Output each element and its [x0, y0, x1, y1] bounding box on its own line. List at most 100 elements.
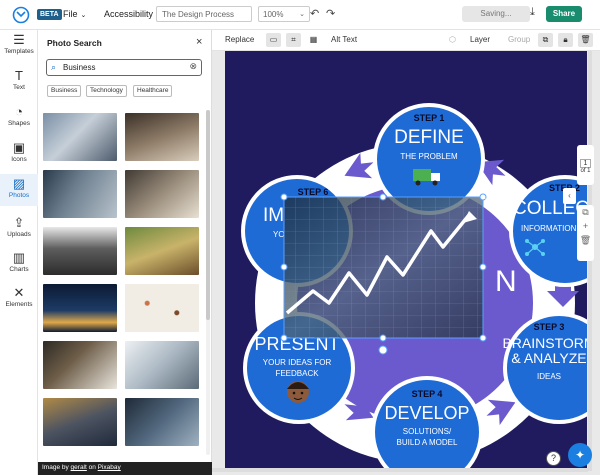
rail-charts[interactable]: ▥ Charts — [0, 250, 38, 278]
panel-scrollbar-thumb[interactable] — [206, 110, 210, 320]
canvas-horizontal-scrollbar[interactable] — [212, 468, 588, 472]
add-page-icon[interactable]: + — [577, 219, 594, 233]
chip-business[interactable]: Business — [47, 85, 82, 97]
beta-badge: BETA — [37, 9, 62, 20]
credit-author-link[interactable]: geralt — [71, 464, 87, 471]
zoom-value: 100% — [263, 10, 284, 19]
rail-shapes[interactable]: ◔ Shapes — [0, 104, 38, 132]
group-button[interactable]: Group — [508, 35, 530, 44]
face-icon — [287, 381, 309, 403]
lock-icon[interactable]: 🔒︎ — [558, 33, 573, 47]
resize-handle[interactable] — [479, 263, 487, 271]
design-canvas[interactable]: N STEP 1 DEFINE THE PROBLEM STEP 2 COLLE… — [225, 51, 587, 471]
chevron-down-icon: ⌄ — [299, 11, 305, 18]
photo-thumbnail[interactable] — [43, 170, 117, 218]
rail-text[interactable]: T Text — [0, 68, 38, 96]
rail-templates[interactable]: ☰ Templates — [0, 32, 38, 60]
resize-handle[interactable] — [280, 334, 288, 342]
search-value: Business — [63, 63, 96, 72]
accessibility-button[interactable]: Accessibility — [104, 9, 153, 19]
photo-thumbnail[interactable] — [43, 341, 117, 389]
credit-prefix: Image by — [42, 464, 71, 471]
photo-thumbnail[interactable] — [125, 227, 199, 275]
transparency-icon[interactable]: ▦ — [306, 33, 321, 47]
rail-label: Icons — [11, 156, 27, 163]
document-title-input[interactable] — [156, 6, 252, 22]
replace-button[interactable]: Replace — [225, 35, 254, 44]
help-icon[interactable]: ? — [546, 451, 561, 466]
duplicate-icon[interactable]: ⧉ — [538, 33, 553, 47]
step-1-label: STEP 1 — [414, 113, 445, 123]
photo-thumbnail[interactable] — [43, 284, 117, 332]
photo-thumbnail[interactable] — [125, 170, 199, 218]
resize-handle[interactable] — [280, 263, 288, 271]
step-4-title: DEVELOP — [384, 403, 469, 423]
collapse-panel-icon[interactable]: ‹ — [563, 188, 576, 204]
chevron-down-icon: ⌄ — [80, 12, 87, 19]
rail-photos[interactable]: ▨ Photos — [0, 174, 38, 206]
step-1-subtitle: THE PROBLEM — [400, 152, 458, 161]
photo-search-panel: Photo Search × ⌕ Business ⊗ Business Tec… — [38, 30, 212, 475]
page-indicator: 1 of 1 — [577, 145, 594, 185]
resize-handle[interactable] — [379, 193, 387, 201]
image-toolbar: Replace ▭ ⌗ ▦ Alt Text ⬡ Layer Group ⧉ 🔒… — [212, 30, 600, 51]
credit-source-link[interactable]: Pixabay — [98, 464, 121, 471]
step-1-title: DEFINE — [394, 127, 464, 148]
photo-thumbnail[interactable] — [43, 398, 117, 446]
photo-credit: Image by geralt on Pixabay — [38, 462, 212, 475]
photo-search-input[interactable]: ⌕ Business ⊗ — [46, 59, 202, 76]
border-icon[interactable]: ▭ — [266, 33, 281, 47]
canvas-vertical-scrollbar[interactable] — [588, 51, 592, 471]
clear-search-icon[interactable]: ⊗ — [189, 61, 197, 72]
selected-photo[interactable] — [284, 197, 483, 338]
photo-thumbnail[interactable] — [125, 341, 199, 389]
resize-handle[interactable] — [479, 334, 487, 342]
resize-handle[interactable] — [280, 193, 288, 201]
duplicate-page-icon[interactable]: ⧉ — [577, 205, 594, 219]
chip-healthcare[interactable]: Healthcare — [133, 85, 173, 97]
photo-thumbnail[interactable] — [43, 113, 117, 161]
close-icon[interactable]: × — [196, 36, 202, 48]
undo-icon[interactable]: ↶ — [310, 7, 319, 20]
rail-elements[interactable]: ✕ Elements — [0, 285, 38, 313]
top-bar: BETA File⌄ Accessibility 100%⌄ ↶ ↷ Savin… — [0, 0, 600, 30]
file-menu-label: File — [63, 9, 78, 19]
layer-button[interactable]: Layer — [470, 35, 490, 44]
file-menu[interactable]: File ⌄ — [63, 9, 86, 19]
delete-page-icon[interactable]: 🗑︎ — [577, 233, 594, 247]
left-rail: ☰ Templates T Text ◔ Shapes ▣ Icons ▨ Photos … — [0, 30, 38, 475]
chip-technology[interactable]: Technology — [86, 85, 127, 97]
share-button[interactable]: Share — [546, 6, 582, 22]
step-6-title: IM — [263, 205, 284, 226]
saving-status: Saving... — [462, 6, 530, 22]
step-3-title-line2: & ANALYZE — [511, 350, 586, 366]
trash-icon[interactable]: 🗑︎ — [578, 33, 593, 47]
assistant-icon[interactable]: ✦ — [568, 443, 592, 467]
credit-mid: on — [86, 464, 98, 471]
step-4-label: STEP 4 — [412, 389, 443, 399]
download-icon[interactable]: ⤓ — [530, 6, 535, 19]
panel-title: Photo Search — [47, 38, 102, 48]
zoom-select[interactable]: 100% ⌄ — [258, 6, 310, 22]
rotate-icon[interactable] — [378, 345, 388, 355]
rail-uploads[interactable]: ⇪ Uploads — [0, 215, 38, 243]
panel-scrollbar[interactable] — [206, 110, 210, 455]
photo-thumbnail[interactable] — [125, 398, 199, 446]
step-4-subtitle: SOLUTIONS/ — [403, 427, 452, 436]
page-tools: ⧉ + 🗑︎ — [577, 205, 594, 261]
photo-results-grid — [43, 110, 203, 455]
photo-thumbnail[interactable] — [43, 227, 117, 275]
resize-handle[interactable] — [379, 334, 387, 342]
crop-icon[interactable]: ⌗ — [286, 33, 301, 47]
app-logo-icon[interactable] — [12, 6, 30, 24]
photo-thumbnail[interactable] — [125, 113, 199, 161]
text-icon: T — [15, 68, 23, 83]
effects-icon[interactable]: ⬡ — [445, 33, 460, 47]
alt-text-button[interactable]: Alt Text — [331, 35, 357, 44]
rail-icons[interactable]: ▣ Icons — [0, 140, 38, 168]
page-number[interactable]: 1 — [580, 159, 591, 168]
rail-label: Photos — [8, 192, 30, 199]
photo-thumbnail[interactable] — [125, 284, 199, 332]
redo-icon[interactable]: ↷ — [326, 7, 335, 20]
step-3-subtitle: IDEAS — [537, 372, 561, 381]
